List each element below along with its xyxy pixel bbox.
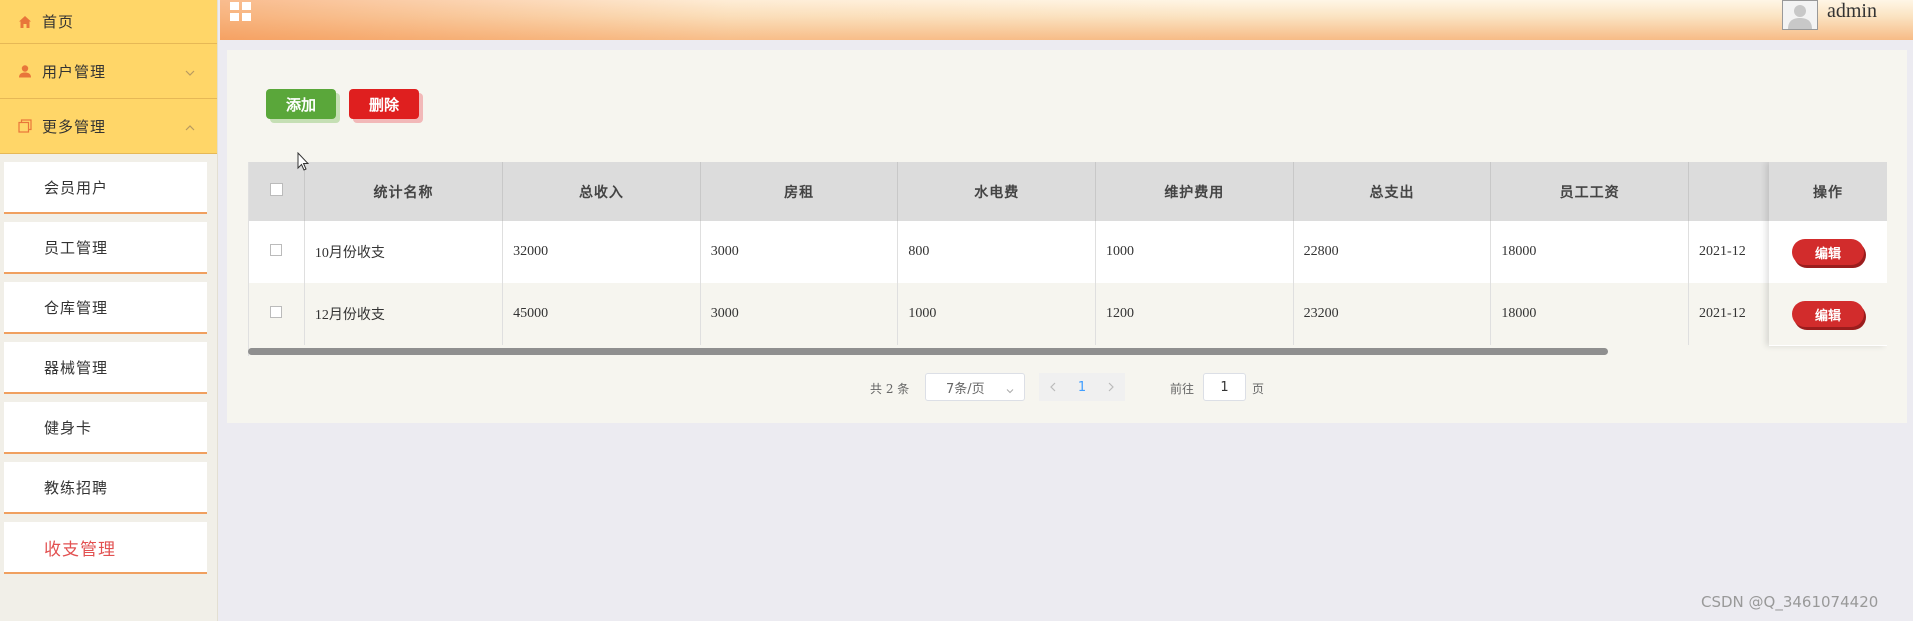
table-cell: 45000 — [502, 283, 701, 345]
row-select-cell — [249, 221, 305, 283]
menu-group-more-management[interactable]: 更多管理 — [0, 99, 217, 154]
table-row[interactable]: 12月份收支 45000 3000 1000 1200 23200 18000 … — [249, 283, 1887, 345]
table-row[interactable]: 10月份收支 32000 3000 800 1000 22800 18000 2… — [249, 221, 1887, 283]
column-header[interactable]: 员工工资 — [1490, 162, 1690, 221]
sidebar-item-member-users[interactable]: 会员用户 — [4, 162, 207, 214]
page-size-select[interactable]: 7条/页 — [925, 373, 1025, 401]
page-number-current[interactable]: 1 — [1067, 373, 1097, 401]
table-cell: 10月份收支 — [304, 221, 504, 283]
copy-icon — [18, 119, 32, 133]
chevron-left-icon — [1050, 382, 1056, 392]
grid-menu-icon[interactable] — [230, 2, 252, 22]
submenu: 会员用户 员工管理 仓库管理 器械管理 健身卡 教练招聘 收支管理 — [0, 154, 217, 574]
sidebar: 首页 用户管理 更多管理 会员用户 员工管理 仓库管理 器械管理 健身卡 教练招… — [0, 0, 218, 621]
menu-group-label: 更多管理 — [42, 117, 107, 136]
sidebar-item-income-expense[interactable]: 收支管理 — [4, 522, 207, 574]
user-icon — [18, 64, 32, 78]
edit-button[interactable]: 编辑 — [1792, 301, 1864, 327]
pagination: 共 2 条 7条/页 1 前往 页 — [227, 373, 1907, 401]
prev-page-button[interactable] — [1039, 373, 1067, 401]
goto-unit: 页 — [1252, 382, 1265, 396]
table-header-row: 统计名称 总收入 房租 水电费 维护费用 总支出 员工工资 统 — [249, 162, 1887, 221]
chevron-down-icon — [185, 66, 195, 76]
table-cell: 800 — [897, 221, 1097, 283]
chevron-up-icon — [185, 121, 195, 131]
menu-item-home[interactable]: 首页 — [0, 0, 217, 44]
menu-home-label: 首页 — [42, 13, 75, 31]
select-all-checkbox[interactable] — [269, 183, 283, 196]
menu-group-user-management[interactable]: 用户管理 — [0, 44, 217, 99]
column-header[interactable]: 维护费用 — [1095, 162, 1294, 221]
chevron-right-icon — [1108, 382, 1114, 392]
menu-group-label: 用户管理 — [42, 62, 107, 81]
table-cell: 1000 — [1095, 221, 1294, 283]
sidebar-item-coach-recruitment[interactable]: 教练招聘 — [4, 462, 207, 514]
avatar[interactable] — [1782, 0, 1818, 30]
sidebar-item-equipment-management[interactable]: 器械管理 — [4, 342, 207, 394]
chevron-down-icon — [1006, 384, 1014, 394]
row-checkbox[interactable] — [270, 305, 283, 318]
table-cell: 22800 — [1293, 221, 1492, 283]
next-page-button[interactable] — [1097, 373, 1125, 401]
table-cell: 1200 — [1095, 283, 1294, 345]
table-cell: 3000 — [700, 283, 899, 345]
sidebar-item-staff-management[interactable]: 员工管理 — [4, 222, 207, 274]
edit-button[interactable]: 编辑 — [1792, 239, 1864, 265]
actions-cell: 编辑 — [1769, 221, 1887, 283]
sidebar-item-warehouse-management[interactable]: 仓库管理 — [4, 282, 207, 334]
top-header — [220, 0, 1913, 40]
horizontal-scrollbar[interactable] — [248, 348, 1608, 355]
column-header[interactable]: 房租 — [700, 162, 899, 221]
table-cell: 23200 — [1293, 283, 1492, 345]
delete-button[interactable]: 删除 — [349, 89, 419, 119]
sidebar-item-fitness-card[interactable]: 健身卡 — [4, 402, 207, 454]
table-cell: 18000 — [1490, 221, 1690, 283]
pagination-total: 共 2 条 — [870, 382, 910, 396]
column-header[interactable]: 水电费 — [897, 162, 1097, 221]
table-cell: 1000 — [897, 283, 1097, 345]
home-icon — [18, 15, 32, 29]
row-select-cell — [249, 283, 305, 345]
column-header[interactable]: 总支出 — [1293, 162, 1492, 221]
actions-header: 操作 — [1769, 162, 1887, 221]
data-table: 统计名称 总收入 房租 水电费 维护费用 总支出 员工工资 统 10月份收支 3… — [248, 162, 1887, 356]
column-header[interactable]: 总收入 — [502, 162, 701, 221]
fixed-actions-column: 操作 编辑 编辑 — [1769, 162, 1887, 346]
table-cell: 3000 — [700, 221, 899, 283]
watermark: CSDN @Q_3461074420 — [1701, 593, 1879, 611]
table-cell: 18000 — [1490, 283, 1690, 345]
goto-label: 前往 — [1170, 382, 1195, 396]
add-button[interactable]: 添加 — [266, 89, 336, 119]
table-cell: 12月份收支 — [304, 283, 504, 345]
username[interactable]: admin — [1827, 0, 1877, 23]
column-header[interactable]: 统计名称 — [304, 162, 504, 221]
main-panel: 添加 删除 统计名称 总收入 房租 水电费 维护费用 总支出 员工工资 统 — [227, 50, 1907, 423]
row-checkbox[interactable] — [270, 243, 283, 256]
mouse-cursor-icon — [297, 151, 310, 172]
actions-cell: 编辑 — [1769, 283, 1887, 345]
page-size-value: 7条/页 — [946, 381, 985, 397]
table-cell: 32000 — [502, 221, 701, 283]
goto-page-input[interactable] — [1203, 373, 1246, 401]
